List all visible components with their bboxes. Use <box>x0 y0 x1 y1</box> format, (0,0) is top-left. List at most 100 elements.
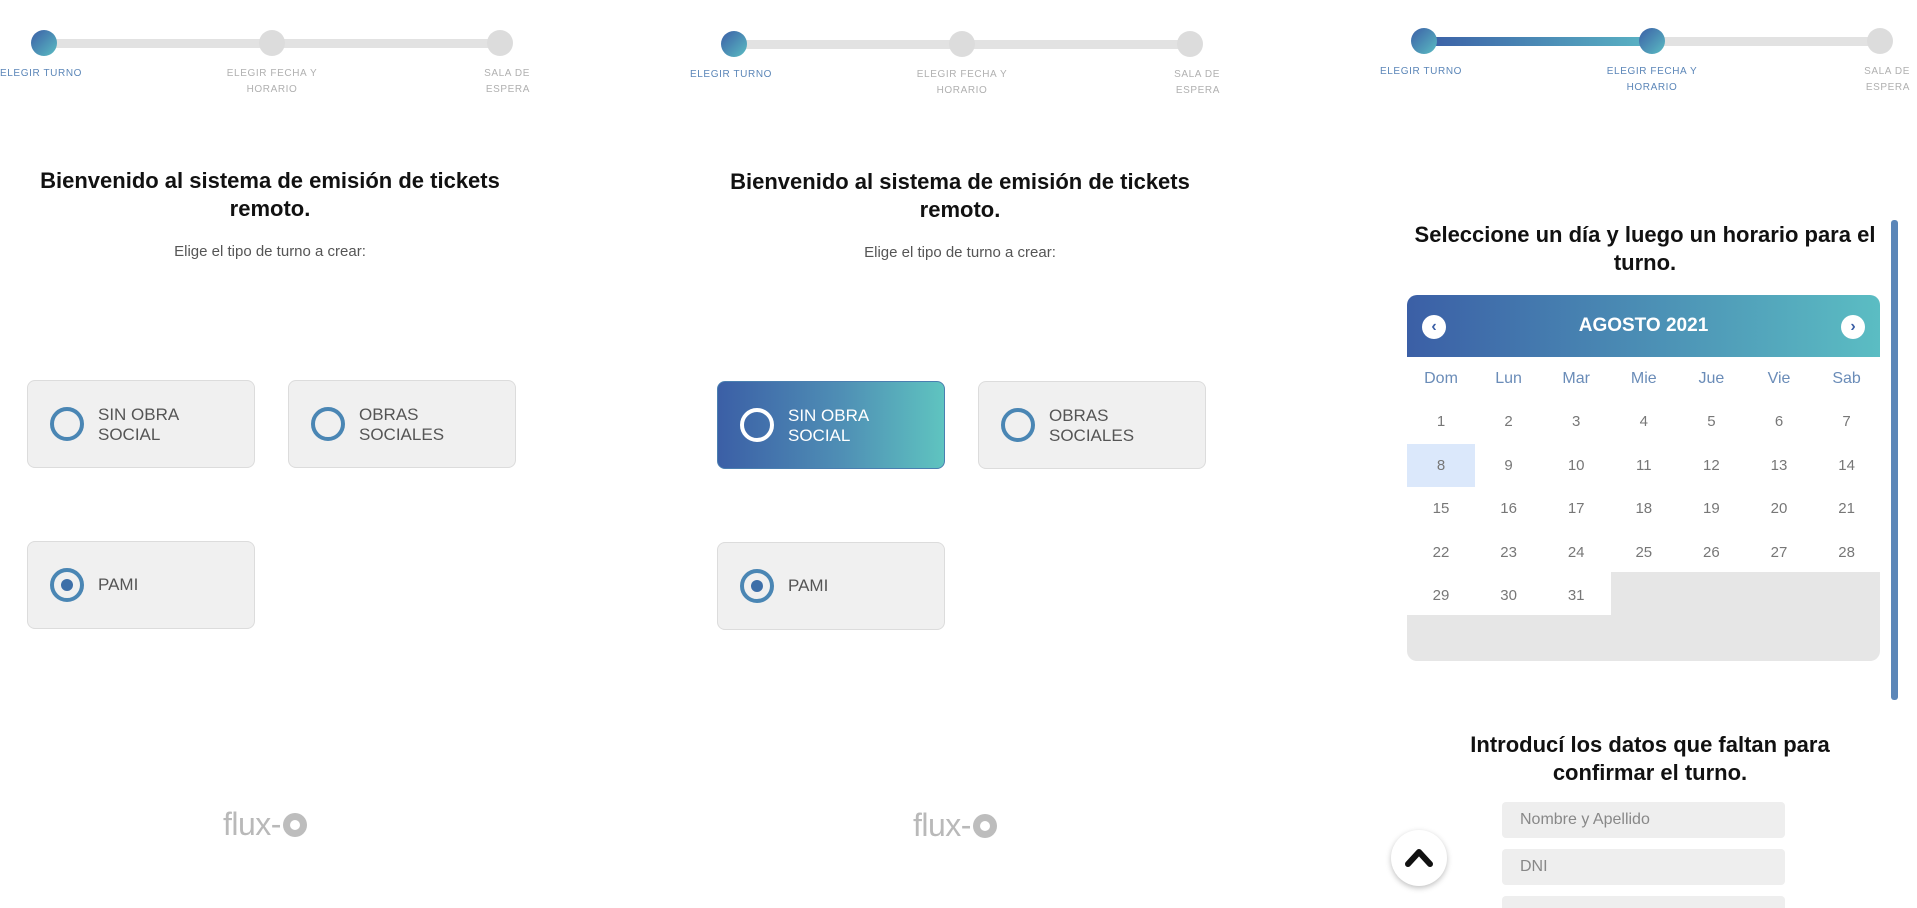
radio-dot-icon <box>50 568 84 602</box>
step-dot-2[interactable] <box>1639 28 1665 54</box>
logo-text: flux- <box>913 807 971 843</box>
weekday-label: Jue <box>1698 370 1725 387</box>
calendar-empty-area <box>1407 615 1880 661</box>
calendar-day[interactable]: 21 <box>1813 487 1880 530</box>
calendar-day[interactable]: 15 <box>1407 487 1475 530</box>
screen-2: ELEGIR TURNO ELEGIR FECHA Y HORARIO SALA… <box>690 0 1220 908</box>
weekday-label: Dom <box>1424 370 1458 387</box>
weekday-label: Vie <box>1767 370 1791 387</box>
step-label-3: SALA DE ESPERA <box>1864 66 1910 93</box>
step-label-2: ELEGIR FECHA Y HORARIO <box>916 69 1008 96</box>
step-label-1: ELEGIR TURNO <box>1380 66 1463 77</box>
logo-text: flux- <box>223 806 281 842</box>
scroll-to-top-button[interactable] <box>1391 830 1447 886</box>
calendar-day[interactable]: 5 <box>1677 400 1745 443</box>
flux-q-logo: flux- <box>913 807 997 844</box>
option-obras-sociales[interactable]: OBRAS SOCIALES <box>288 380 516 468</box>
weekday-label: Mar <box>1562 370 1590 387</box>
step-dot-3[interactable] <box>1867 28 1893 54</box>
calendar-day[interactable]: 6 <box>1745 400 1813 443</box>
q-logo-icon <box>972 814 997 838</box>
option-sin-obra-social[interactable]: SIN OBRA SOCIAL <box>717 381 945 469</box>
calendar-day[interactable]: 28 <box>1813 531 1880 574</box>
step-dot-1[interactable] <box>1411 28 1437 54</box>
page-subtitle: Elige el tipo de turno a crear: <box>864 244 1056 261</box>
progress-stepper: ELEGIR TURNO ELEGIR FECHA Y HORARIO SALA… <box>690 29 1220 119</box>
calendar-day[interactable]: 20 <box>1745 487 1813 530</box>
chevron-right-icon[interactable]: › <box>1841 315 1865 339</box>
option-label: OBRAS SOCIALES <box>1049 406 1135 445</box>
step-dot-1[interactable] <box>721 31 747 57</box>
radio-ring-icon <box>50 407 84 441</box>
calendar-header: ‹ AGOSTO 2021 › <box>1407 295 1880 357</box>
next-input[interactable] <box>1502 896 1785 908</box>
radio-ring-icon <box>740 408 774 442</box>
calendar-day[interactable]: 13 <box>1745 444 1813 487</box>
calendar-day[interactable]: 8 <box>1407 443 1475 487</box>
calendar-day[interactable]: 2 <box>1475 400 1543 443</box>
option-pami[interactable]: PAMI <box>717 542 945 630</box>
name-input[interactable] <box>1502 802 1785 838</box>
screen-1: ELEGIR TURNO ELEGIR FECHA Y HORARIO SALA… <box>0 0 530 908</box>
step-label-2: ELEGIR FECHA Y HORARIO <box>226 68 318 95</box>
page-subtitle: Elige el tipo de turno a crear: <box>174 243 366 260</box>
option-obras-sociales[interactable]: OBRAS SOCIALES <box>978 381 1206 469</box>
calendar-day[interactable]: 26 <box>1677 531 1745 574</box>
calendar-day[interactable]: 19 <box>1677 487 1745 530</box>
weekday-label: Mie <box>1630 370 1657 387</box>
calendar-day[interactable]: 9 <box>1475 444 1543 487</box>
calendar-day[interactable]: 11 <box>1610 444 1678 487</box>
calendar-day[interactable]: 16 <box>1475 487 1543 530</box>
option-label: SIN OBRA SOCIAL <box>788 406 869 445</box>
progress-stepper: ELEGIR TURNO ELEGIR FECHA Y HORARIO SALA… <box>0 28 530 118</box>
calendar-day[interactable]: 25 <box>1610 531 1678 574</box>
radio-dot-icon <box>740 569 774 603</box>
step-dot-2[interactable] <box>949 31 975 57</box>
calendar-day[interactable]: 1 <box>1407 400 1475 443</box>
step-label-1: ELEGIR TURNO <box>690 69 773 80</box>
option-sin-obra-social[interactable]: SIN OBRA SOCIAL <box>27 380 255 468</box>
flux-q-logo: flux- <box>223 806 307 843</box>
calendar-day[interactable]: 23 <box>1475 531 1543 574</box>
calendar-day[interactable]: 31 <box>1542 574 1610 617</box>
option-pami[interactable]: PAMI <box>27 541 255 629</box>
calendar-day[interactable]: 4 <box>1610 400 1678 443</box>
calendar-heading: Seleccione un día y luego un horario par… <box>1414 222 1876 275</box>
calendar-day[interactable]: 18 <box>1610 487 1678 530</box>
dni-input[interactable] <box>1502 849 1785 885</box>
option-label: SIN OBRA SOCIAL <box>98 405 179 444</box>
step-dot-3[interactable] <box>1177 31 1203 57</box>
calendar-month: AGOSTO 2021 <box>1578 315 1709 336</box>
option-label: OBRAS SOCIALES <box>359 405 445 444</box>
calendar-day[interactable]: 29 <box>1407 574 1475 617</box>
calendar-day[interactable]: 14 <box>1813 444 1880 487</box>
chevron-up-icon <box>1405 849 1433 867</box>
progress-stepper: ELEGIR TURNO ELEGIR FECHA Y HORARIO SALA… <box>1380 26 1910 116</box>
calendar-empty-area <box>1611 572 1880 617</box>
calendar-day[interactable]: 17 <box>1542 487 1610 530</box>
calendar-day[interactable]: 30 <box>1475 574 1543 617</box>
weekday-label: Lun <box>1495 370 1522 387</box>
screen-3: ELEGIR TURNO ELEGIR FECHA Y HORARIO SALA… <box>1380 0 1917 908</box>
calendar-day[interactable]: 12 <box>1677 444 1745 487</box>
step-dot-1[interactable] <box>31 30 57 56</box>
form-heading: Introducí los datos que faltan para conf… <box>1470 732 1830 785</box>
calendar-day[interactable]: 22 <box>1407 531 1475 574</box>
weekday-label: Sab <box>1832 370 1861 387</box>
calendar-day[interactable]: 27 <box>1745 531 1813 574</box>
calendar-day[interactable]: 3 <box>1542 400 1610 443</box>
calendar: ‹ AGOSTO 2021 › Dom Lun Mar Mie Jue Vie Sab 1 2 3… <box>1407 295 1880 661</box>
page-title: Bienvenido al sistema de emisión de tick… <box>730 169 1190 222</box>
scrollbar[interactable] <box>1891 220 1898 700</box>
stepper-progress <box>1424 37 1652 46</box>
page-title: Bienvenido al sistema de emisión de tick… <box>40 168 500 221</box>
step-label-2: ELEGIR FECHA Y HORARIO <box>1606 66 1698 93</box>
option-label: PAMI <box>98 575 139 594</box>
step-label-3: SALA DE ESPERA <box>1174 69 1220 96</box>
radio-ring-icon <box>311 407 345 441</box>
calendar-day[interactable]: 7 <box>1813 400 1880 443</box>
step-dot-3[interactable] <box>487 30 513 56</box>
calendar-day[interactable]: 24 <box>1542 531 1610 574</box>
step-dot-2[interactable] <box>259 30 285 56</box>
calendar-day[interactable]: 10 <box>1542 444 1610 487</box>
